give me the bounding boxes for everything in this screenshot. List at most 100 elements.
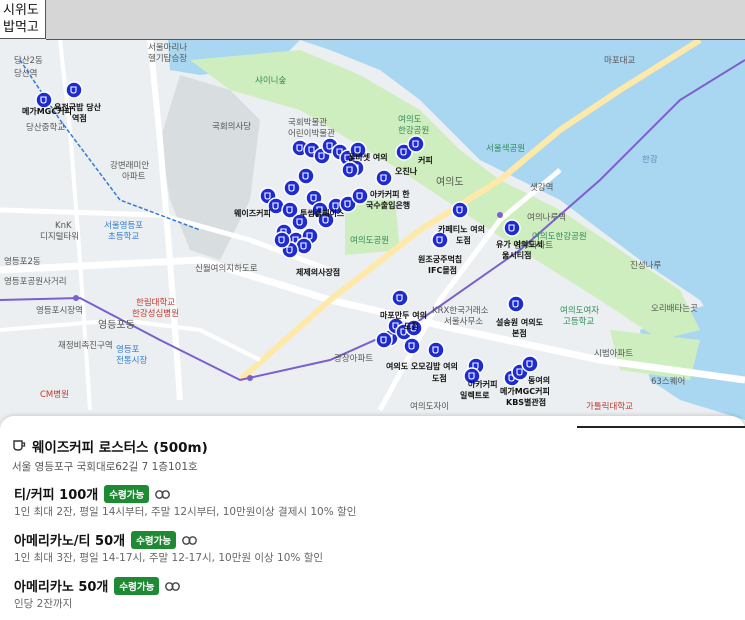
pin-label: 육전국밥 당산 [54, 102, 102, 112]
map-label: 진성나루 [630, 260, 661, 271]
map-pin[interactable] [507, 295, 525, 313]
pin-label: 도점 [404, 321, 419, 331]
map-label: 여의도 [436, 176, 464, 188]
map-label: 초등학교 [108, 231, 139, 242]
pin-label: 일렉트로 [460, 390, 490, 400]
offer-item[interactable]: 아메리카노/티 50개 수령가능 [14, 530, 197, 549]
map-pin[interactable] [341, 161, 359, 179]
map-pin[interactable] [297, 167, 315, 185]
pin-label: 역점 [72, 113, 87, 123]
store-name: 웨이즈커피 로스터스 (500m) [32, 440, 208, 456]
map-label: 여의도 [398, 114, 422, 125]
map-pin[interactable] [375, 169, 393, 187]
pin-label: 본점 [512, 328, 527, 338]
link-icon[interactable] [155, 484, 171, 503]
map-label: KnK [55, 221, 72, 231]
pin-label: 도점 [432, 373, 447, 383]
map-pin[interactable] [375, 331, 393, 349]
app-title-line1: 시위도 [3, 3, 39, 18]
offer-title: 티/커피 100개 [14, 488, 99, 503]
map-label: 샛강역 [530, 182, 553, 193]
link-icon[interactable] [182, 530, 197, 549]
map-pin[interactable] [35, 91, 53, 109]
map-label: 여의도자이 [410, 401, 449, 412]
map-pin[interactable] [273, 231, 291, 249]
status-badge: 수령가능 [114, 576, 160, 595]
map-label: 디지털타워 [40, 231, 79, 242]
map-pin[interactable] [403, 337, 421, 355]
map-pin[interactable] [427, 341, 445, 359]
map-label: CM병원 [40, 390, 69, 400]
pin-label: KBS별관점 [506, 397, 546, 407]
pin-label: 웨이즈커피 [234, 208, 271, 218]
offer-title: 아메리카노 50개 [14, 580, 109, 595]
map-label: 고등학교 [563, 316, 594, 327]
map-label: 한림대학교 [136, 297, 175, 308]
pin-label: 카페티노 여의 [438, 224, 485, 234]
map-pin[interactable] [431, 231, 449, 249]
pin-label: 마포만두 여의 [380, 310, 427, 320]
map-label: 영등포공원사거리 [4, 276, 67, 287]
offer-description: 1인 최대 3잔, 평일 14-17시, 주말 12-17시, 10만원 이상 … [14, 552, 324, 564]
map-pin[interactable] [521, 355, 539, 373]
map-pin[interactable] [451, 201, 469, 219]
map-label: 가톨릭대학교 [586, 401, 633, 412]
pin-label: 오진나 [395, 166, 418, 176]
map-label: 재정비촉진구역 [58, 340, 113, 351]
pin-label: 유가 여의도서 [496, 239, 543, 249]
pin-label: 설송원 여의도 [496, 317, 544, 327]
map-label: 신월여의지하도로 [195, 263, 258, 274]
pin-label: 제제의사장점 [296, 267, 340, 277]
store-address: 서울 영등포구 국회대로62길 7 1층101호 [12, 461, 198, 473]
map-label: 당산역 [14, 68, 37, 79]
pin-label: 울시티점 [502, 250, 531, 260]
map-pin[interactable] [503, 219, 521, 237]
pin-label: 도점 [456, 235, 471, 245]
map-label: 어린이박물관 [288, 128, 335, 139]
offer-item[interactable]: 티/커피 100개 수령가능 [14, 484, 171, 503]
app-title-line2: 밥먹고 [3, 20, 39, 35]
offer-description: 인당 2잔까지 [14, 598, 73, 610]
pin-label: 커피 [418, 155, 433, 165]
offer-item[interactable]: 아메리카노 50개 수령가능 [14, 576, 181, 595]
map-pin[interactable] [283, 179, 301, 197]
map-pin[interactable] [407, 135, 425, 153]
map-label: 헬기탑승장 [148, 53, 187, 64]
link-icon[interactable] [165, 576, 181, 595]
store-detail-panel: 웨이즈커피 로스터스 (500m) 서울 영등포구 국회대로62길 7 1층10… [0, 416, 745, 620]
map-label: 전통시장 [116, 355, 147, 366]
map-label: 여의도여자 [560, 305, 599, 316]
map-label: 아파트 [122, 171, 146, 182]
map-label: 서울색공원 [486, 143, 525, 154]
map-pin[interactable] [391, 289, 409, 307]
map-pin[interactable] [65, 81, 83, 99]
map-label: 영등포 [116, 344, 140, 355]
cup-icon [12, 437, 26, 456]
map-label: 63스퀘어 [651, 376, 685, 387]
map-label: 여의도공원 [350, 235, 389, 246]
station-marker [73, 295, 79, 301]
map-label: KRX한국거래소 [432, 306, 489, 316]
map-label: 당산중학교 [26, 122, 65, 133]
pin-label: 국수출입은행 [366, 200, 410, 210]
pin-label: 아카커피 [468, 379, 497, 389]
station-marker [247, 375, 253, 381]
offer-title: 아메리카노/티 50개 [14, 534, 126, 549]
top-bar [46, 0, 745, 40]
status-badge: 수령가능 [131, 530, 177, 549]
pin-label: 원조궁주먹칩 [418, 254, 462, 264]
pin-label: IFC몰점 [428, 265, 457, 275]
map-label: 오리배타는곳 [651, 304, 698, 314]
map-label: 영등포2동 [4, 256, 41, 267]
pin-label: 동여의 [528, 375, 550, 385]
map-label: 한강공원 [398, 125, 429, 136]
map-label: 서울영등포 [104, 220, 143, 231]
app-title: 시위도 밥먹고 [0, 0, 46, 39]
map-label: 영등포시장역 [36, 305, 83, 316]
map-label: 국회의사당 [212, 121, 251, 132]
map-label: 한강 [642, 154, 658, 165]
pin-label: 여의도 오모김밥 여의 [386, 361, 458, 371]
status-badge: 수령가능 [104, 484, 150, 503]
pin-label: 아카커피 한 [370, 189, 410, 199]
pin-label: 폴바셋 여의 [348, 152, 388, 162]
